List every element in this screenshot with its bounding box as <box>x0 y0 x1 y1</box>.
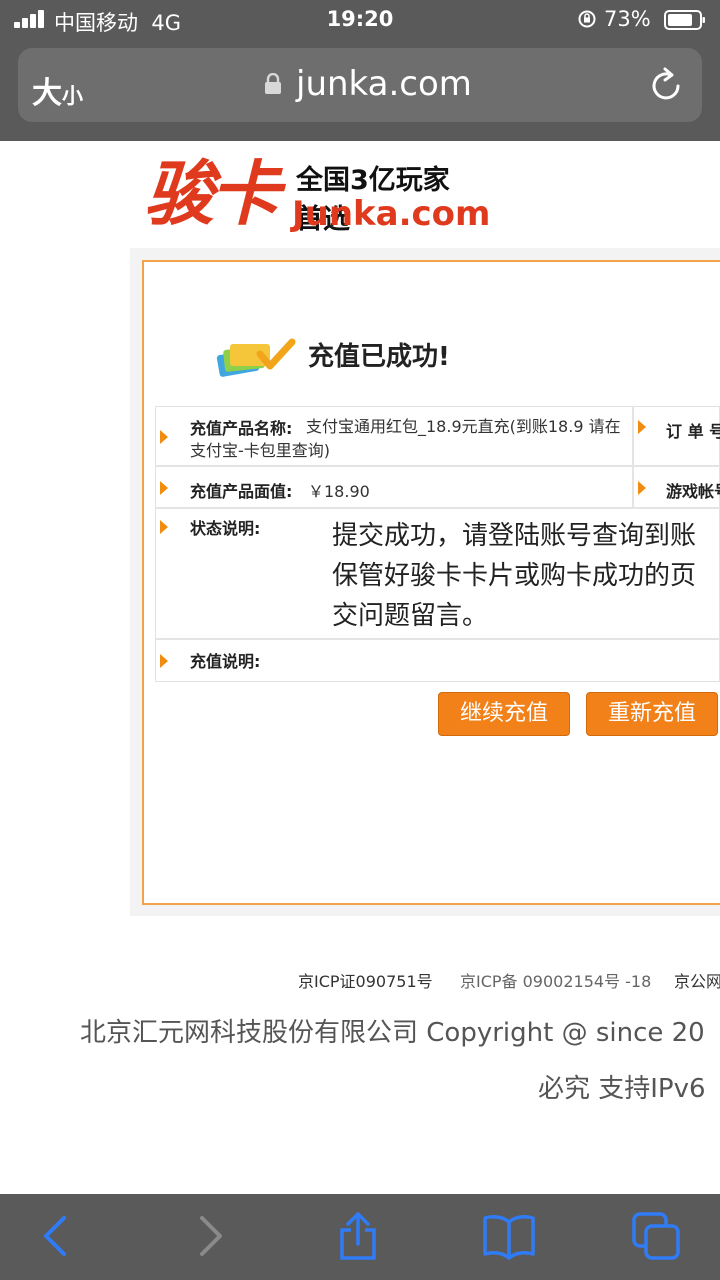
order-number-label: 订 单 号 <box>666 422 720 441</box>
table-divider <box>155 465 720 467</box>
row-arrow-icon <box>160 481 168 495</box>
status-line: 保管好骏卡卡片或购卡成功的页 <box>332 561 697 591</box>
row-arrow-icon <box>638 420 646 434</box>
row-arrow-icon <box>160 654 168 668</box>
row-arrow-icon <box>638 481 646 495</box>
table-column-divider <box>632 406 634 507</box>
card-success-icon <box>216 338 296 377</box>
rights-ipv6-text: 必究 支持IPv6 <box>538 1074 706 1104</box>
face-value-value: ￥18.90 <box>308 482 370 501</box>
reload-icon[interactable] <box>648 66 684 104</box>
logo-domain: Junka.com <box>292 194 491 234</box>
status-label: 状态说明: <box>190 519 261 538</box>
game-account-label: 游戏帐号 <box>666 482 720 501</box>
recharge-note-label: 充值说明: <box>190 652 261 671</box>
product-name-value: 支付宝通用红包_18.9元直充(到账18.9 请在支付宝-卡包里查询) <box>190 417 621 460</box>
status-bar: 中国移动 4G 19:20 73% <box>0 0 720 42</box>
status-line: 提交成功，请登陆账号查询到账 <box>332 521 697 551</box>
orientation-lock-icon <box>578 10 596 28</box>
recharge-again-button[interactable]: 重新充值 <box>586 692 718 736</box>
tabs-icon[interactable] <box>632 1212 680 1260</box>
success-title: 充值已成功! <box>308 342 450 372</box>
battery-icon <box>664 10 705 30</box>
browser-address-area: 大小 junka.com <box>0 42 720 141</box>
logo-brand: 骏卡 <box>144 153 280 235</box>
battery-percent: 73% <box>604 7 651 31</box>
icp-license-link[interactable]: 京ICP证090751号 <box>298 968 433 992</box>
table-divider <box>155 638 720 640</box>
row-arrow-icon <box>160 520 168 534</box>
forward-icon[interactable] <box>186 1212 234 1260</box>
public-security-link[interactable]: 京公网 <box>674 968 720 992</box>
browser-toolbar <box>0 1194 720 1280</box>
lock-icon <box>265 73 281 94</box>
text-size-button[interactable]: 大小 <box>32 68 83 112</box>
row-arrow-icon <box>160 430 168 444</box>
status-line: 交问题留言。 <box>332 601 489 631</box>
site-logo[interactable]: 骏卡 全国3亿玩家首选 Junka.com <box>144 152 490 236</box>
copyright-text: 北京汇元网科技股份有限公司 Copyright @ since 20 <box>80 1018 705 1048</box>
table-divider <box>155 507 720 509</box>
share-icon[interactable] <box>334 1212 382 1260</box>
continue-recharge-button[interactable]: 继续充值 <box>438 692 570 736</box>
back-icon[interactable] <box>32 1212 80 1260</box>
address-bar[interactable]: 大小 junka.com <box>18 48 702 122</box>
icp-record-link[interactable]: 京ICP备 09002154号 -18 <box>460 968 651 992</box>
status-description: 提交成功，请登陆账号查询到账 保管好骏卡卡片或购卡成功的页 交问题留言。 <box>332 516 720 636</box>
face-value-label: 充值产品面值: <box>190 482 293 501</box>
bookmarks-icon[interactable] <box>482 1212 536 1260</box>
url-text[interactable]: junka.com <box>296 64 472 104</box>
